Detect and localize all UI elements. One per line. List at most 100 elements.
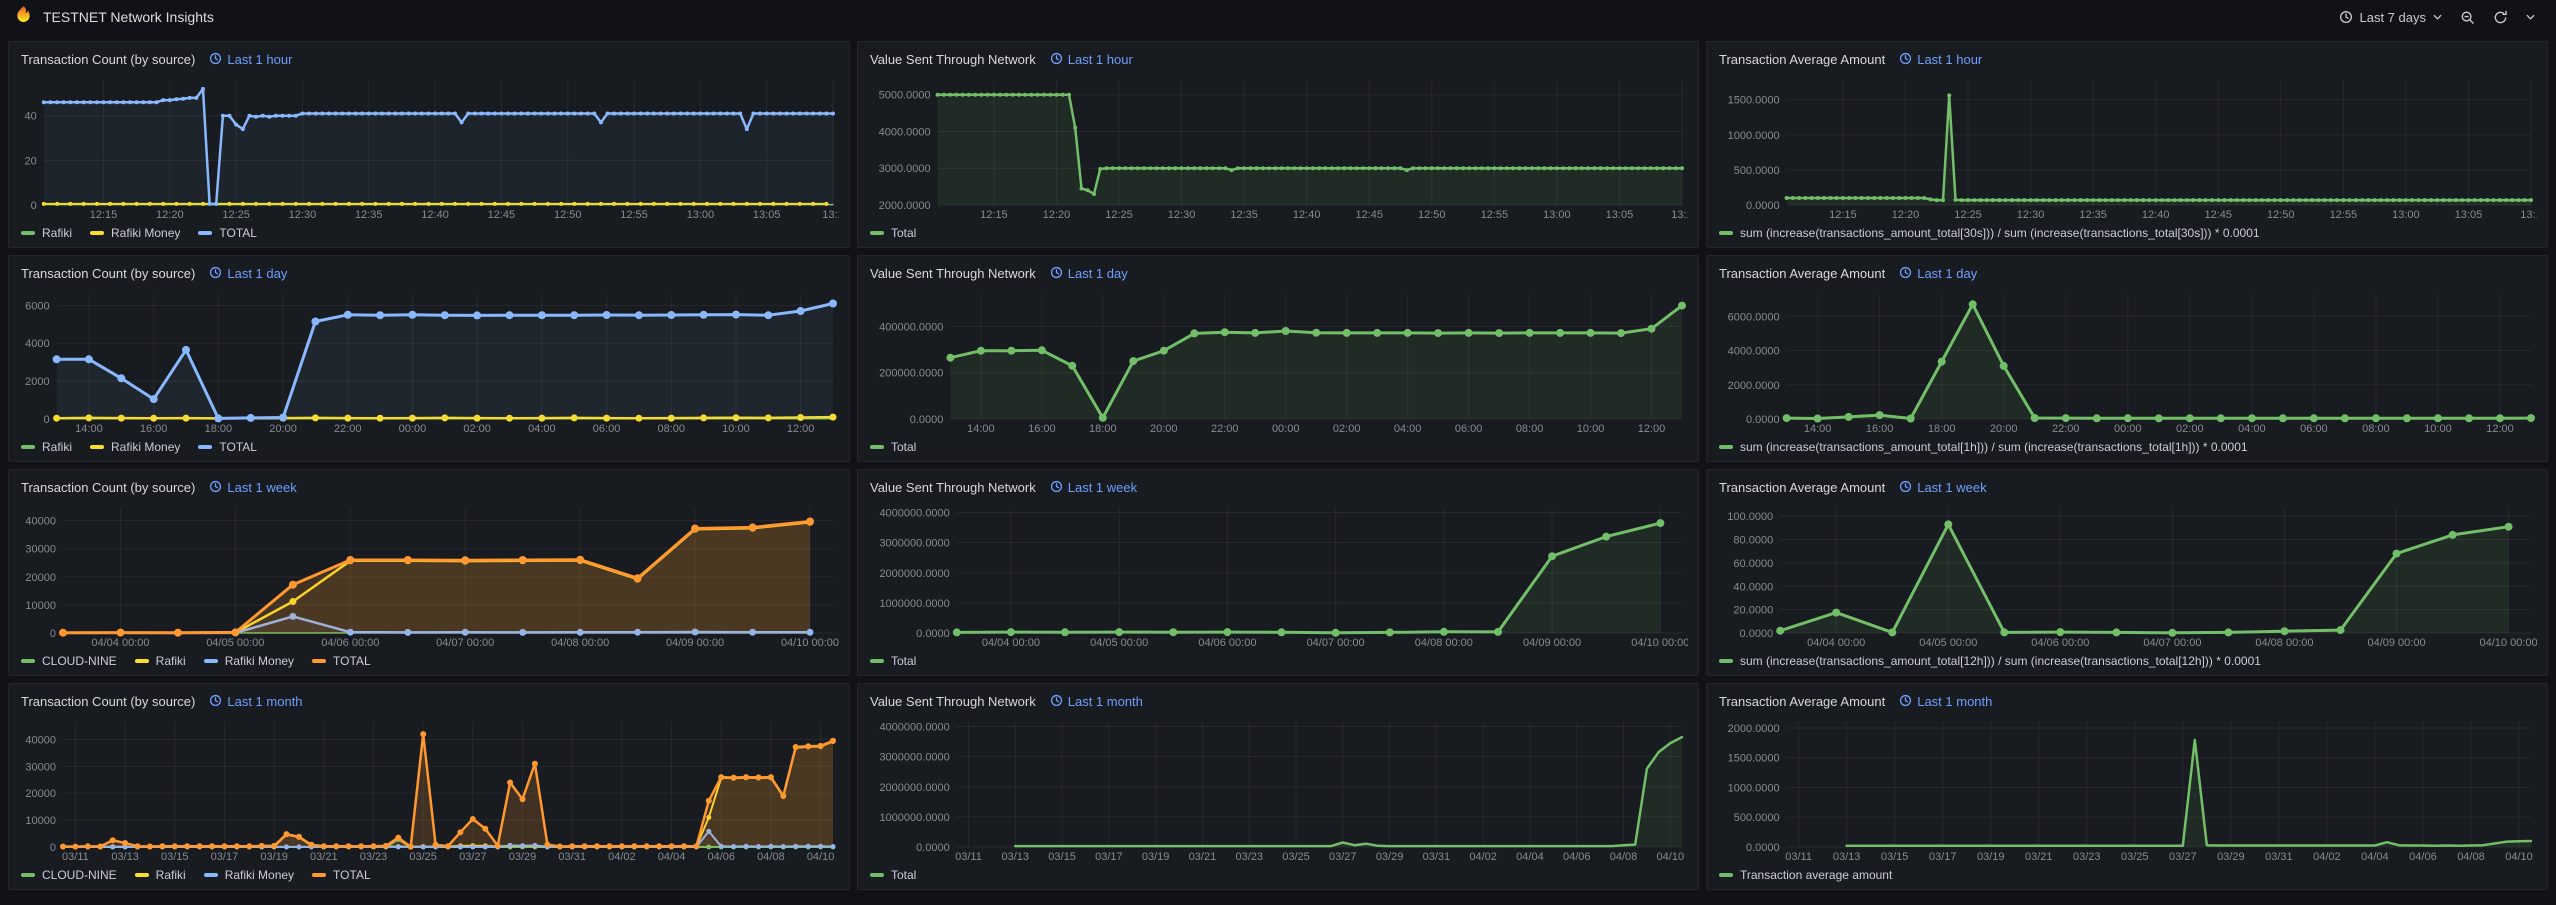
time-series-chart[interactable]: 12:1512:2012:2512:3012:3512:4012:4512:50… [19,72,839,222]
svg-text:2000.0000: 2000.0000 [879,200,931,212]
time-range-picker[interactable]: Last 7 days [2332,5,2450,30]
legend-item[interactable]: Rafiki [21,226,72,240]
svg-text:04/10 00:00: 04/10 00:00 [1631,637,1688,649]
legend-swatch [312,659,326,663]
time-series-chart[interactable]: 14:0016:0018:0020:0022:0000:0002:0004:00… [1717,286,2537,436]
svg-text:03/19: 03/19 [1142,851,1170,863]
chevron-down-icon [2433,14,2442,20]
legend-item[interactable]: sum (increase(transactions_amount_total[… [1719,654,2261,668]
chart-canvas: 03/1103/1303/1503/1703/1903/2103/2303/25… [19,714,839,864]
panel-header[interactable]: Transaction Count (by source)Last 1 mont… [19,689,839,714]
panel-time-range-label: Last 1 week [1917,480,1986,495]
legend-swatch [21,445,35,449]
time-series-chart[interactable]: 03/1103/1303/1503/1703/1903/2103/2303/25… [868,714,1688,864]
svg-text:12:20: 12:20 [1892,209,1920,221]
time-series-chart[interactable]: 04/04 00:0004/05 00:0004/06 00:0004/07 0… [19,500,839,650]
svg-text:03/13: 03/13 [111,851,139,863]
legend-item[interactable]: Rafiki Money [90,440,180,454]
time-series-chart[interactable]: 03/1103/1303/1503/1703/1903/2103/2303/25… [1717,714,2537,864]
legend-item[interactable]: Total [870,654,916,668]
time-series-chart[interactable]: 12:1512:2012:2512:3012:3512:4012:4512:50… [868,72,1688,222]
panel-time-range-link[interactable]: Last 1 week [1899,480,1986,496]
time-series-chart[interactable]: 03/1103/1303/1503/1703/1903/2103/2303/25… [19,714,839,864]
svg-text:12:40: 12:40 [1293,209,1321,221]
panel-header[interactable]: Transaction Count (by source)Last 1 hour [19,47,839,72]
panel-header[interactable]: Transaction Count (by source)Last 1 week [19,475,839,500]
svg-text:08:00: 08:00 [657,423,685,435]
time-series-chart[interactable]: 04/04 00:0004/05 00:0004/06 00:0004/07 0… [868,500,1688,650]
svg-text:20:00: 20:00 [269,423,297,435]
svg-text:03/17: 03/17 [1095,851,1123,863]
svg-text:12:45: 12:45 [2204,209,2232,221]
panel-header[interactable]: Value Sent Through NetworkLast 1 month [868,689,1688,714]
clock-icon [1050,694,1063,710]
panel-time-range-link[interactable]: Last 1 week [209,480,296,496]
svg-text:60.0000: 60.0000 [1733,558,1773,570]
panel-time-range-link[interactable]: Last 1 month [1899,694,1992,710]
panel-header[interactable]: Value Sent Through NetworkLast 1 week [868,475,1688,500]
panel-header[interactable]: Transaction Average AmountLast 1 month [1717,689,2537,714]
panel-header[interactable]: Transaction Average AmountLast 1 week [1717,475,2537,500]
svg-text:04/10: 04/10 [2505,851,2533,863]
legend-item[interactable]: Rafiki [21,440,72,454]
legend-item[interactable]: sum (increase(transactions_amount_total[… [1719,226,2260,240]
time-series-chart[interactable]: 14:0016:0018:0020:0022:0000:0002:0004:00… [19,286,839,436]
legend-item[interactable]: Rafiki [135,868,186,882]
panel-header[interactable]: Transaction Average AmountLast 1 day [1717,261,2537,286]
panel-header[interactable]: Transaction Average AmountLast 1 hour [1717,47,2537,72]
panel-time-range-label: Last 1 week [227,480,296,495]
legend-item[interactable]: TOTAL [198,226,257,240]
refresh-interval-dropdown[interactable] [2519,9,2542,25]
chart-legend: CLOUD-NINE Rafiki Rafiki Money TOTAL [19,650,839,671]
panel-title: Value Sent Through Network [870,266,1036,281]
legend-item[interactable]: Rafiki Money [204,868,294,882]
legend-item[interactable]: Rafiki Money [90,226,180,240]
legend-item[interactable]: TOTAL [198,440,257,454]
legend-item[interactable]: Total [870,868,916,882]
time-series-chart[interactable]: 14:0016:0018:0020:0022:0000:0002:0004:00… [868,286,1688,436]
panel-time-range-link[interactable]: Last 1 hour [209,52,292,68]
panel-time-range-link[interactable]: Last 1 hour [1050,52,1133,68]
svg-text:12:25: 12:25 [1954,209,1982,221]
panel-header[interactable]: Value Sent Through Network Last 1 day [868,261,1688,286]
panel-time-range-link[interactable]: Last 1 day [1050,266,1128,282]
legend-item[interactable]: Total [870,440,916,454]
panel-header[interactable]: Value Sent Through NetworkLast 1 hour [868,47,1688,72]
legend-item[interactable]: Transaction average amount [1719,868,1892,882]
svg-text:200000.0000: 200000.0000 [879,368,943,380]
panel-time-range-label: Last 1 hour [227,52,292,67]
panel-transaction-avg-1mo: Transaction Average AmountLast 1 month03… [1706,683,2548,890]
time-series-chart[interactable]: 12:1512:2012:2512:3012:3512:4012:4512:50… [1717,72,2537,222]
panel-time-range-link[interactable]: Last 1 day [1899,266,1977,282]
legend-item[interactable]: TOTAL [312,654,371,668]
svg-text:03/25: 03/25 [409,851,437,863]
chart-legend: Total [868,222,1688,243]
legend-item[interactable]: Rafiki [135,654,186,668]
svg-text:04/06: 04/06 [1563,851,1591,863]
legend-item[interactable]: sum (increase(transactions_amount_total[… [1719,440,2248,454]
svg-text:04/04: 04/04 [1516,851,1544,863]
svg-text:06:00: 06:00 [2300,423,2328,435]
panel-time-range-link[interactable]: Last 1 hour [1899,52,1982,68]
panel-time-range-link[interactable]: Last 1 month [209,694,302,710]
chart-canvas: 12:1512:2012:2512:3012:3512:4012:4512:50… [868,72,1688,222]
svg-text:13:1: 13:1 [2520,209,2537,221]
svg-text:04/10 00:00: 04/10 00:00 [781,637,839,649]
svg-text:12:15: 12:15 [90,209,118,221]
legend-item[interactable]: Total [870,226,916,240]
legend-item[interactable]: TOTAL [312,868,371,882]
panel-time-range-link[interactable]: Last 1 day [209,266,287,282]
svg-text:14:00: 14:00 [967,423,995,435]
svg-text:12:50: 12:50 [2267,209,2295,221]
panel-header[interactable]: Transaction Count (by source)Last 1 day [19,261,839,286]
time-series-chart[interactable]: 04/04 00:0004/05 00:0004/06 00:0004/07 0… [1717,500,2537,650]
svg-text:12:35: 12:35 [2079,209,2107,221]
panel-time-range-link[interactable]: Last 1 month [1050,694,1143,710]
svg-text:10000: 10000 [25,815,56,827]
legend-item[interactable]: Rafiki Money [204,654,294,668]
legend-item[interactable]: CLOUD-NINE [21,654,117,668]
panel-time-range-link[interactable]: Last 1 week [1050,480,1137,496]
zoom-out-button[interactable] [2453,5,2482,30]
legend-item[interactable]: CLOUD-NINE [21,868,117,882]
refresh-button[interactable] [2486,5,2515,30]
